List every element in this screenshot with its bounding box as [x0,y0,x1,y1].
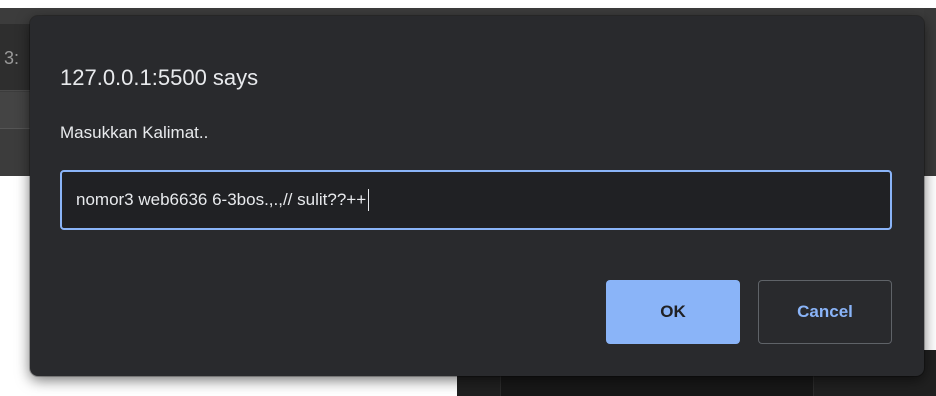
prompt-dialog: 127.0.0.1:5500 says Masukkan Kalimat.. n… [30,16,924,376]
dialog-message: Masukkan Kalimat.. [60,123,209,142]
cancel-button[interactable]: Cancel [758,280,892,344]
background-right-edge [924,8,936,198]
background-partial-text: 3: [4,48,20,68]
text-caret [368,189,370,211]
ok-button[interactable]: OK [606,280,740,344]
prompt-input[interactable]: nomor3 web6636 6-3bos.,.,// sulit??++ [60,170,892,230]
prompt-input-value: nomor3 web6636 6-3bos.,.,// sulit??++ [76,190,367,209]
page-top-bar [0,0,936,8]
dialog-title: 127.0.0.1:5500 says [60,65,259,90]
